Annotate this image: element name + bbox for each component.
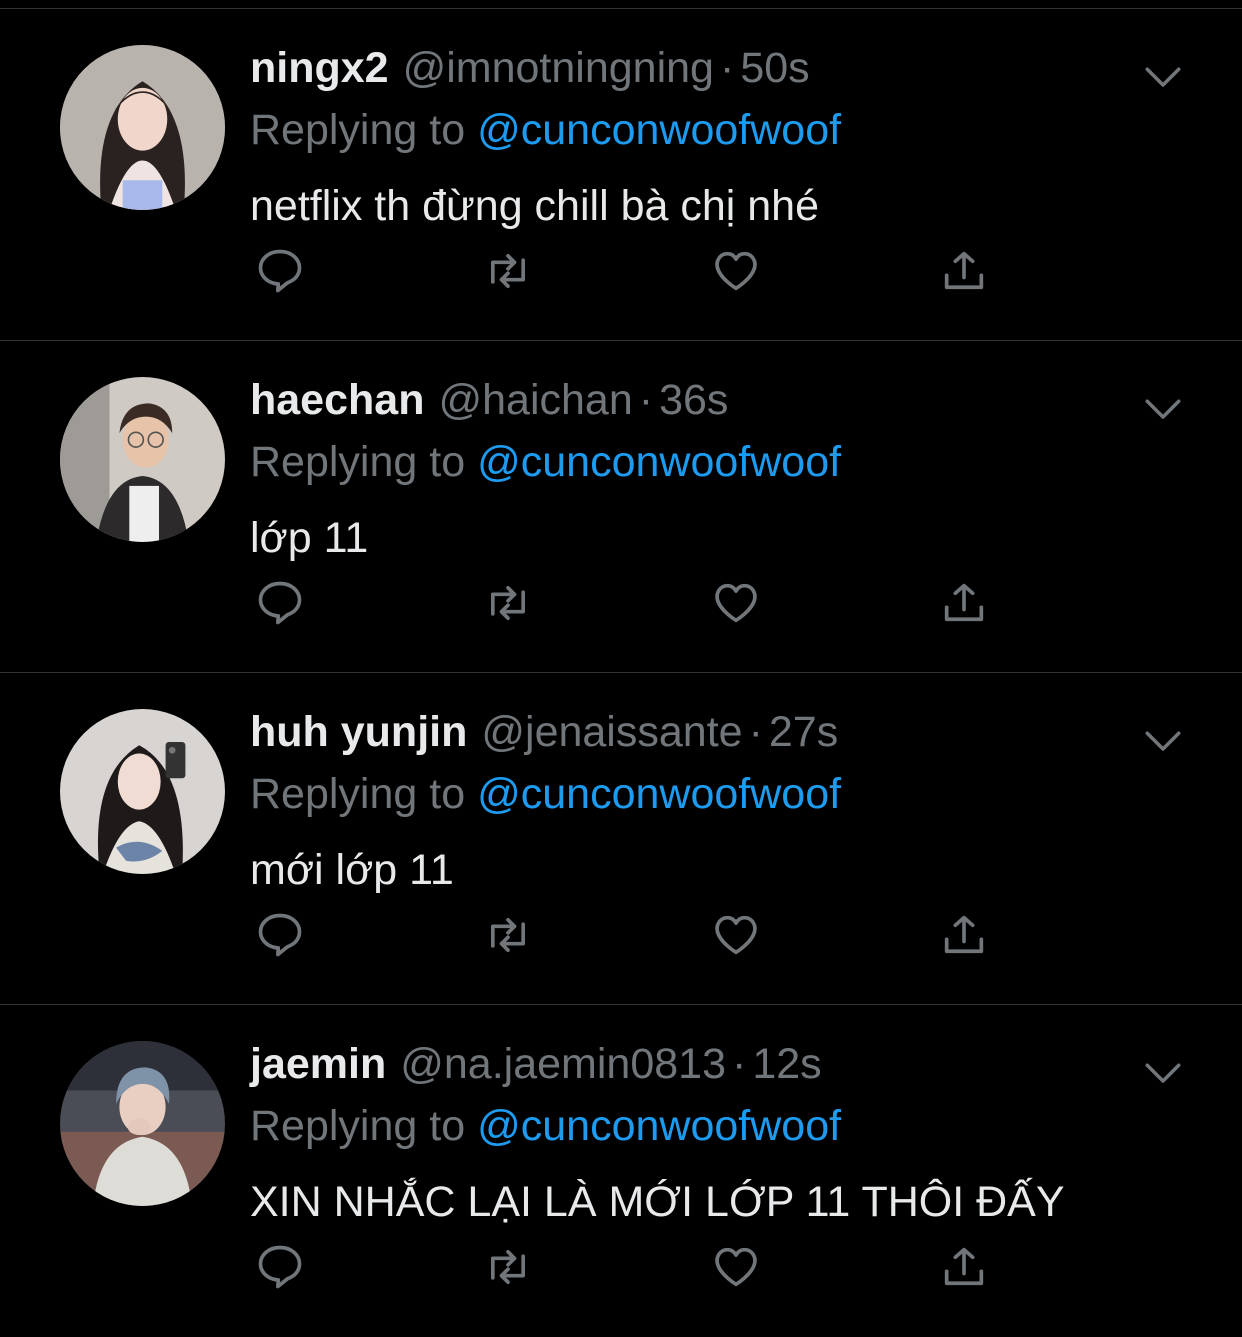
speech-bubble-icon xyxy=(258,581,302,625)
display-name[interactable]: huh yunjin xyxy=(250,708,467,756)
chevron-down-icon[interactable] xyxy=(1142,57,1184,99)
tweet-text: netflix th đừng chill bà chị nhé xyxy=(250,182,820,230)
avatar[interactable] xyxy=(60,377,225,542)
tweet-actions xyxy=(250,573,1010,633)
share-upload-icon xyxy=(944,1247,984,1286)
replying-to-line: Replying to @cunconwoofwoof xyxy=(250,99,1182,161)
share-button[interactable] xyxy=(934,905,994,965)
reply-button[interactable] xyxy=(250,905,310,965)
display-name[interactable]: ningx2 xyxy=(250,44,389,92)
tweet-header: haechan @haichan · 36s xyxy=(250,369,1182,431)
chevron-down-icon[interactable] xyxy=(1142,721,1184,763)
timestamp[interactable]: 36s xyxy=(659,376,728,424)
tweet-header: jaemin @na.jaemin0813 · 12s xyxy=(250,1033,1182,1095)
retweet-button[interactable] xyxy=(478,905,538,965)
replying-to-line: Replying to @cunconwoofwoof xyxy=(250,763,1182,825)
share-upload-icon xyxy=(944,251,984,290)
separator-dot: · xyxy=(748,708,763,756)
tweet[interactable]: jaemin @na.jaemin0813 · 12s Replying to @cu… xyxy=(0,1004,1242,1336)
tweet-actions xyxy=(250,1237,1010,1297)
avatar-photo-haechan xyxy=(60,377,225,542)
share-button[interactable] xyxy=(934,573,994,633)
replying-to-label: Replying to xyxy=(250,770,466,818)
tweet-actions xyxy=(250,241,1010,301)
heart-icon xyxy=(715,1247,757,1287)
replying-to-mention[interactable]: @cunconwoofwoof xyxy=(477,1102,841,1150)
share-button[interactable] xyxy=(934,1237,994,1297)
user-handle[interactable]: @imnotningning xyxy=(403,44,714,92)
like-button[interactable] xyxy=(706,1237,766,1297)
chevron-down-icon[interactable] xyxy=(1142,389,1184,431)
share-upload-icon xyxy=(944,915,984,954)
avatar-photo-ningx2 xyxy=(60,45,225,210)
reply-button[interactable] xyxy=(250,241,310,301)
tweet[interactable]: huh yunjin @jenaissante · 27s Replying to @… xyxy=(0,672,1242,1004)
speech-bubble-icon xyxy=(258,1245,302,1289)
separator-dot: · xyxy=(638,376,654,424)
timestamp[interactable]: 12s xyxy=(752,1040,821,1088)
tweet-content: jaemin @na.jaemin0813 · 12s Replying to @cu… xyxy=(250,1033,1182,1233)
display-name[interactable]: haechan xyxy=(250,376,424,424)
heart-icon xyxy=(715,583,757,623)
share-upload-icon xyxy=(944,583,984,622)
replying-to-line: Replying to @cunconwoofwoof xyxy=(250,431,1182,493)
retweet-arrows-icon xyxy=(490,253,526,289)
user-handle[interactable]: @na.jaemin0813 xyxy=(400,1040,726,1088)
user-handle[interactable]: @haichan xyxy=(438,376,632,424)
avatar[interactable] xyxy=(60,709,225,874)
retweet-button[interactable] xyxy=(478,1237,538,1297)
tweet-text: lớp 11 xyxy=(250,514,369,562)
separator-dot: · xyxy=(732,1040,747,1088)
chevron-down-icon[interactable] xyxy=(1142,1053,1184,1095)
tweet-content: haechan @haichan · 36s Replying to @cunconw… xyxy=(250,369,1182,569)
reply-button[interactable] xyxy=(250,1237,310,1297)
heart-icon xyxy=(715,915,757,955)
replying-to-mention[interactable]: @cunconwoofwoof xyxy=(477,438,841,486)
tweet-text: mới lớp 11 xyxy=(250,846,454,894)
tweet-header: huh yunjin @jenaissante · 27s xyxy=(250,701,1182,763)
like-button[interactable] xyxy=(706,905,766,965)
like-button[interactable] xyxy=(706,241,766,301)
tweet[interactable]: haechan @haichan · 36s Replying to @cunconw… xyxy=(0,340,1242,672)
speech-bubble-icon xyxy=(258,249,302,293)
timestamp[interactable]: 27s xyxy=(769,708,838,756)
speech-bubble-icon xyxy=(258,913,302,957)
tweet-header: ningx2 @imnotningning · 50s xyxy=(250,37,1182,99)
reply-button[interactable] xyxy=(250,573,310,633)
replying-to-label: Replying to xyxy=(250,438,466,486)
replying-to-mention[interactable]: @cunconwoofwoof xyxy=(477,770,841,818)
share-button[interactable] xyxy=(934,241,994,301)
tweet-content: ningx2 @imnotningning · 50s Replying to @cu… xyxy=(250,37,1182,237)
separator-dot: · xyxy=(719,44,735,92)
avatar-photo-huh-yunjin xyxy=(60,709,225,874)
retweet-button[interactable] xyxy=(478,573,538,633)
replying-to-label: Replying to xyxy=(250,106,466,154)
timestamp[interactable]: 50s xyxy=(740,44,809,92)
user-handle[interactable]: @jenaissante xyxy=(481,708,742,756)
replying-to-mention[interactable]: @cunconwoofwoof xyxy=(477,106,841,154)
retweet-arrows-icon xyxy=(490,917,526,953)
tweet-content: huh yunjin @jenaissante · 27s Replying to @… xyxy=(250,701,1182,901)
tweet[interactable]: ningx2 @imnotningning · 50s Replying to @cu… xyxy=(0,8,1242,340)
display-name[interactable]: jaemin xyxy=(250,1040,386,1088)
heart-icon xyxy=(715,251,757,291)
replying-to-label: Replying to xyxy=(250,1102,466,1150)
avatar-photo-jaemin xyxy=(60,1041,225,1206)
retweet-arrows-icon xyxy=(490,585,526,621)
like-button[interactable] xyxy=(706,573,766,633)
retweet-button[interactable] xyxy=(478,241,538,301)
reply-timeline: ningx2 @imnotningning · 50s Replying to @cu… xyxy=(0,0,1242,1337)
tweet-text: XIN NHẮC LẠI LÀ MỚI LỚP 11 THÔI ĐẤY xyxy=(250,1178,1065,1226)
replying-to-line: Replying to @cunconwoofwoof xyxy=(250,1095,1182,1157)
tweet-actions xyxy=(250,905,1010,965)
avatar[interactable] xyxy=(60,1041,225,1206)
retweet-arrows-icon xyxy=(490,1249,526,1285)
avatar[interactable] xyxy=(60,45,225,210)
